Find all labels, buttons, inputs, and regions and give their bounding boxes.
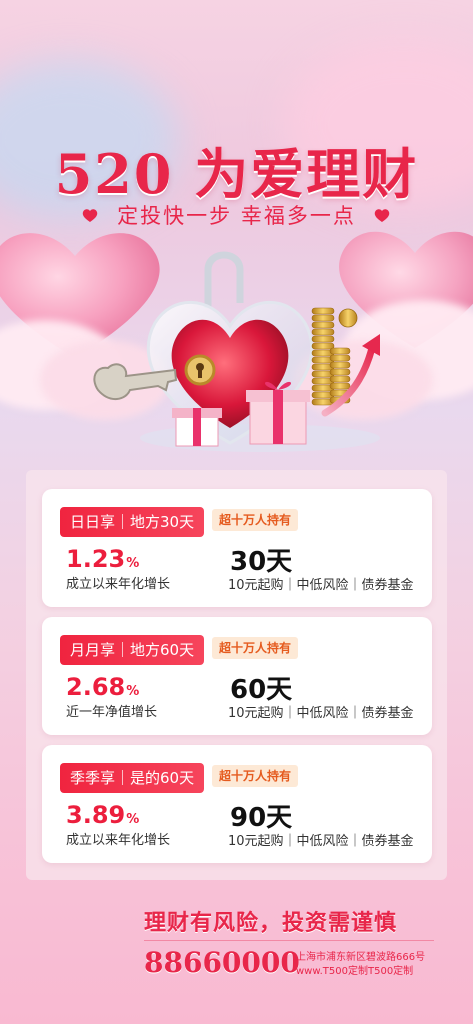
product-card[interactable]: 季季享｜是的60天 超十万人持有 3.89% 成立以来年化增长 90天 10元起… [42,745,432,863]
phone-number[interactable]: 88660000 [144,946,300,979]
product-meta: 10元起购｜中低风险｜债券基金 [228,834,414,849]
term-days: 30天 [230,547,293,577]
rate-label: 成立以来年化增长 [66,577,171,592]
holders-badge: 超十万人持有 [212,509,299,531]
product-tag: 月月享｜地方60天 [60,635,205,665]
product-meta: 10元起购｜中低风险｜债券基金 [228,578,414,593]
address-block: 上海市浦东新区碧波路666号 www.T500定制T500定制 [296,951,425,979]
page-title: 520 为爱理财 [54,142,419,206]
product-card[interactable]: 月月享｜地方60天 超十万人持有 2.68% 近一年净值增长 60天 10元起购… [42,617,432,735]
holders-badge: 超十万人持有 [212,765,299,787]
term-days: 60天 [230,675,293,705]
rate-value: 2.68% [66,673,140,701]
rate-value: 1.23% [66,545,140,573]
product-tag: 季季享｜是的60天 [60,763,205,793]
term-days: 90天 [230,803,293,833]
poster: 520 为爱理财 定投快一步 幸福多一点 日日享｜地方30天 超十万人持有 1.… [0,0,473,1024]
lock-heart-illustration [93,251,380,452]
rate-label: 成立以来年化增长 [66,833,171,848]
product-card[interactable]: 日日享｜地方30天 超十万人持有 1.23% 成立以来年化增长 30天 10元起… [42,489,432,607]
footer-divider [144,940,434,941]
rate-value: 3.89% [66,801,140,829]
heart-icon [374,209,390,222]
rate-label: 近一年净值增长 [66,705,158,720]
page-subtitle: 定投快一步 幸福多一点 [117,204,356,228]
holders-badge: 超十万人持有 [212,637,299,659]
address-line: 上海市浦东新区碧波路666号 [296,952,426,963]
risk-notice: 理财有风险，投资需谨慎 [144,911,398,936]
product-tag: 日日享｜地方30天 [60,507,205,537]
product-meta: 10元起购｜中低风险｜债券基金 [228,706,414,721]
website-line[interactable]: www.T500定制T500定制 [296,965,425,979]
